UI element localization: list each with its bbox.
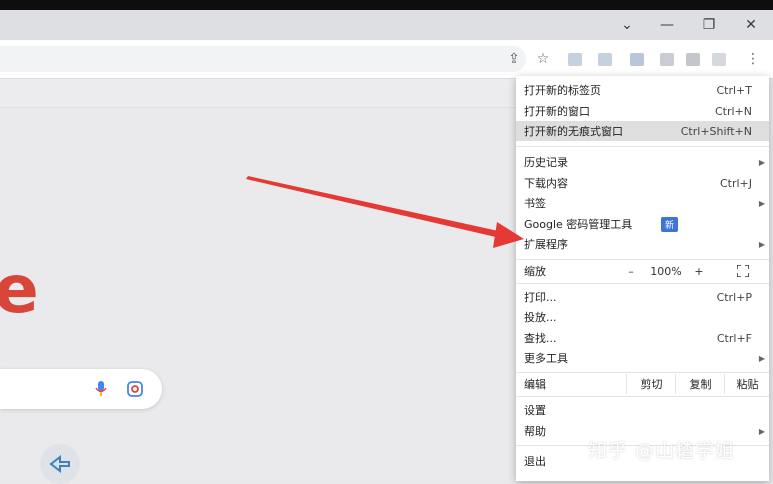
title-bar: ⌄ — ❐ ✕ bbox=[0, 10, 773, 40]
cut-button[interactable]: 剪切 bbox=[626, 374, 676, 394]
submenu-arrow-icon: ▶ bbox=[758, 157, 765, 167]
menu-item-find[interactable]: 查找... Ctrl+F bbox=[516, 328, 769, 348]
menu-item-history[interactable]: 历史记录 ▶ bbox=[516, 152, 769, 172]
extension-icon[interactable] bbox=[686, 53, 700, 66]
menu-item-label: 打印... bbox=[524, 291, 557, 304]
extension-icon[interactable] bbox=[598, 53, 612, 66]
extension-icon[interactable] bbox=[630, 53, 644, 66]
zoom-in-button[interactable]: + bbox=[692, 265, 706, 278]
menu-divider bbox=[516, 283, 769, 284]
copy-button[interactable]: 复制 bbox=[675, 374, 725, 394]
submenu-arrow-icon: ▶ bbox=[758, 426, 765, 436]
menu-divider bbox=[516, 372, 769, 373]
shortcut-site-icon bbox=[49, 455, 70, 473]
chevron-down-icon: ⌄ bbox=[621, 17, 633, 33]
google-logo-fragment: e bbox=[0, 251, 39, 328]
menu-item-shortcut: Ctrl+N bbox=[714, 104, 752, 118]
menu-item-zoom: 缩放 – 100% + bbox=[516, 261, 769, 281]
menu-divider bbox=[516, 396, 769, 397]
menu-item-downloads[interactable]: 下载内容 Ctrl+J bbox=[516, 173, 769, 193]
menu-item-label: 缩放 bbox=[524, 265, 546, 278]
kebab-menu-icon[interactable]: ⋮ bbox=[744, 50, 762, 68]
address-bar[interactable] bbox=[0, 46, 526, 72]
tab-search-button[interactable]: ⌄ bbox=[607, 10, 647, 40]
fullscreen-icon[interactable] bbox=[737, 265, 749, 277]
menu-item-label: 打开新的无痕式窗口 bbox=[524, 125, 623, 138]
menu-divider bbox=[516, 146, 769, 147]
submenu-arrow-icon: ▶ bbox=[758, 198, 765, 208]
menu-item-label: 查找... bbox=[524, 332, 557, 345]
menu-item-label: 更多工具 bbox=[524, 352, 568, 365]
search-box[interactable] bbox=[0, 369, 162, 409]
menu-item-label: 编辑 bbox=[524, 378, 546, 391]
close-icon: ✕ bbox=[745, 17, 757, 33]
menu-item-label: 退出 bbox=[524, 455, 546, 468]
menu-item-label: 打开新的标签页 bbox=[524, 84, 601, 97]
menu-item-label: 书签 bbox=[524, 197, 546, 210]
restore-icon: ❐ bbox=[702, 17, 716, 33]
star-icon[interactable]: ☆ bbox=[534, 50, 552, 68]
menu-item-new-window[interactable]: 打开新的窗口 Ctrl+N bbox=[516, 101, 769, 121]
menu-item-shortcut: Ctrl+F bbox=[716, 331, 752, 345]
screen-top-edge bbox=[0, 0, 773, 10]
paste-button[interactable]: 粘贴 bbox=[724, 374, 770, 394]
menu-item-label: 下载内容 bbox=[524, 177, 568, 190]
menu-item-shortcut: Ctrl+J bbox=[719, 176, 752, 190]
menu-item-more-tools[interactable]: 更多工具 ▶ bbox=[516, 348, 769, 368]
menu-item-new-incognito-window[interactable]: 打开新的无痕式窗口 Ctrl+Shift+N bbox=[516, 121, 769, 141]
browser-toolbar: ⇪ ☆ ⋮ bbox=[0, 40, 773, 79]
restore-button[interactable]: ❐ bbox=[689, 10, 729, 40]
extension-icon[interactable] bbox=[712, 53, 726, 66]
menu-item-cast[interactable]: 投放... bbox=[516, 307, 769, 327]
menu-item-new-tab[interactable]: 打开新的标签页 Ctrl+T bbox=[516, 80, 769, 100]
menu-divider bbox=[516, 259, 769, 260]
menu-item-password-manager[interactable]: Google 密码管理工具 新 bbox=[516, 214, 769, 234]
extension-icon[interactable] bbox=[660, 53, 674, 66]
menu-item-settings[interactable]: 设置 bbox=[516, 400, 769, 420]
extension-icon[interactable] bbox=[568, 53, 582, 66]
menu-item-shortcut: Ctrl+Shift+N bbox=[680, 124, 752, 138]
shortcut-tile[interactable] bbox=[40, 444, 80, 484]
menu-item-extensions[interactable]: 扩展程序 ▶ bbox=[516, 234, 769, 254]
close-window-button[interactable]: ✕ bbox=[731, 10, 771, 40]
menu-item-label: 历史记录 bbox=[524, 156, 568, 169]
menu-item-print[interactable]: 打印... Ctrl+P bbox=[516, 287, 769, 307]
watermark: 知乎 @山楂学姐 bbox=[588, 440, 736, 462]
minimize-button[interactable]: — bbox=[647, 10, 687, 40]
zoom-level: 100% bbox=[650, 264, 682, 278]
zoom-out-button[interactable]: – bbox=[624, 265, 638, 278]
menu-item-bookmarks[interactable]: 书签 ▶ bbox=[516, 193, 769, 213]
menu-item-label: 设置 bbox=[524, 404, 546, 417]
menu-item-label: 帮助 bbox=[524, 425, 546, 438]
menu-item-shortcut: Ctrl+T bbox=[716, 83, 752, 97]
menu-item-label: Google 密码管理工具 bbox=[524, 218, 633, 231]
share-icon[interactable]: ⇪ bbox=[505, 50, 523, 68]
menu-item-label: 打开新的窗口 bbox=[524, 105, 590, 118]
menu-item-edit: 编辑 剪切 复制 粘贴 bbox=[516, 374, 769, 394]
submenu-arrow-icon: ▶ bbox=[758, 239, 765, 249]
google-lens-icon[interactable] bbox=[127, 381, 143, 397]
menu-item-shortcut: Ctrl+P bbox=[716, 290, 752, 304]
submenu-arrow-icon: ▶ bbox=[758, 353, 765, 363]
chrome-main-menu: 打开新的标签页 Ctrl+T 打开新的窗口 Ctrl+N 打开新的无痕式窗口 C… bbox=[516, 76, 769, 481]
page-header-strip bbox=[0, 79, 520, 108]
minimize-icon: — bbox=[660, 17, 674, 33]
menu-item-label: 投放... bbox=[524, 311, 557, 324]
new-badge: 新 bbox=[661, 216, 678, 232]
menu-item-label: 扩展程序 bbox=[524, 238, 568, 251]
microphone-icon[interactable] bbox=[94, 381, 108, 397]
